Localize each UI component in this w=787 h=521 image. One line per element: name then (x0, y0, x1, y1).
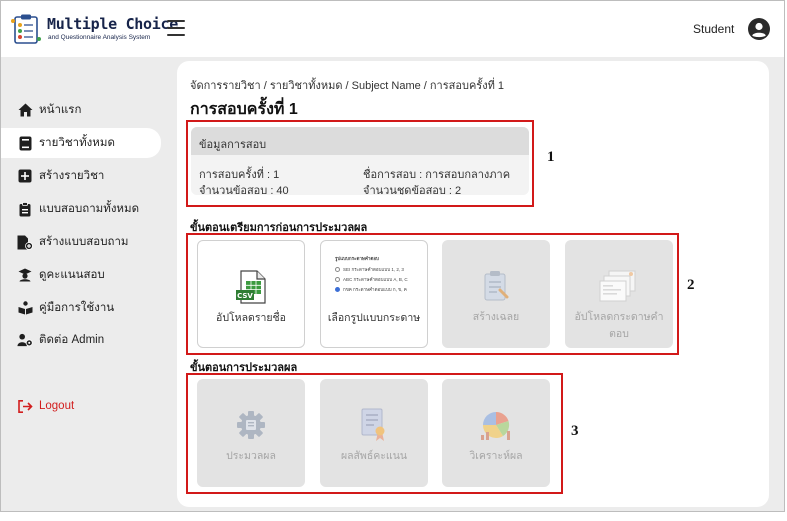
page-title: การสอบครั้งที่ 1 (190, 101, 298, 118)
user-name: Student (693, 22, 735, 36)
add-square-icon (17, 168, 33, 184)
logout-label: Logout (39, 400, 75, 412)
menu-toggle-icon[interactable] (167, 20, 185, 36)
user-gear-icon (17, 332, 33, 348)
clipboard-icon (17, 201, 33, 217)
sidebar-item-all-subjects[interactable]: รายวิชาทั้งหมด (1, 128, 161, 158)
sidebar-item-label: หน้าแรก (39, 104, 82, 116)
top-bar: Multiple Choice and Questionnaire Analys… (1, 1, 784, 57)
brand-title: Multiple Choice (47, 15, 178, 33)
add-file-icon (17, 234, 33, 250)
home-icon (17, 102, 33, 118)
sidebar-item-label: รายวิชาทั้งหมด (39, 137, 115, 149)
sidebar: หน้าแรก รายวิชาทั้งหมด สร้างรายวิชา แบบส… (1, 57, 161, 512)
user-avatar-icon[interactable] (748, 18, 770, 40)
book-icon (17, 135, 33, 151)
logo-icon (11, 14, 41, 44)
annotation-number-3: 3 (571, 423, 579, 439)
breadcrumb[interactable]: จัดการรายวิชา / รายวิชาทั้งหมด / Subject… (190, 76, 504, 94)
annotation-number-1: 1 (547, 149, 555, 165)
annotation-box-1 (186, 120, 534, 207)
sidebar-item-label: ติดต่อ Admin (39, 334, 105, 346)
sidebar-item-create-questionnaire[interactable]: สร้างแบบสอบถาม (1, 227, 161, 257)
sidebar-item-create-subject[interactable]: สร้างรายวิชา (1, 161, 161, 191)
annotation-box-3 (186, 373, 563, 494)
sidebar-item-label: คู่มือการใช้งาน (39, 302, 115, 314)
sidebar-item-home[interactable]: หน้าแรก (1, 95, 161, 125)
sidebar-item-label: สร้างรายวิชา (39, 170, 105, 182)
reading-icon (17, 300, 33, 316)
sidebar-item-label: ดูคะแนนสอบ (39, 269, 105, 281)
logout-button[interactable]: Logout (1, 391, 161, 421)
graduate-icon (17, 267, 33, 283)
annotation-box-2 (186, 233, 679, 355)
sidebar-item-view-scores[interactable]: ดูคะแนนสอบ (1, 260, 161, 290)
annotation-number-2: 2 (687, 277, 695, 293)
sidebar-item-contact-admin[interactable]: ติดต่อ Admin (1, 325, 161, 355)
sidebar-item-all-questionnaires[interactable]: แบบสอบถามทั้งหมด (1, 194, 161, 224)
sidebar-item-label: สร้างแบบสอบถาม (39, 236, 129, 248)
sidebar-item-label: แบบสอบถามทั้งหมด (39, 203, 140, 215)
brand-subtitle: and Questionnaire Analysis System (48, 34, 151, 41)
logout-icon (17, 398, 33, 414)
sidebar-item-user-manual[interactable]: คู่มือการใช้งาน (1, 293, 161, 323)
